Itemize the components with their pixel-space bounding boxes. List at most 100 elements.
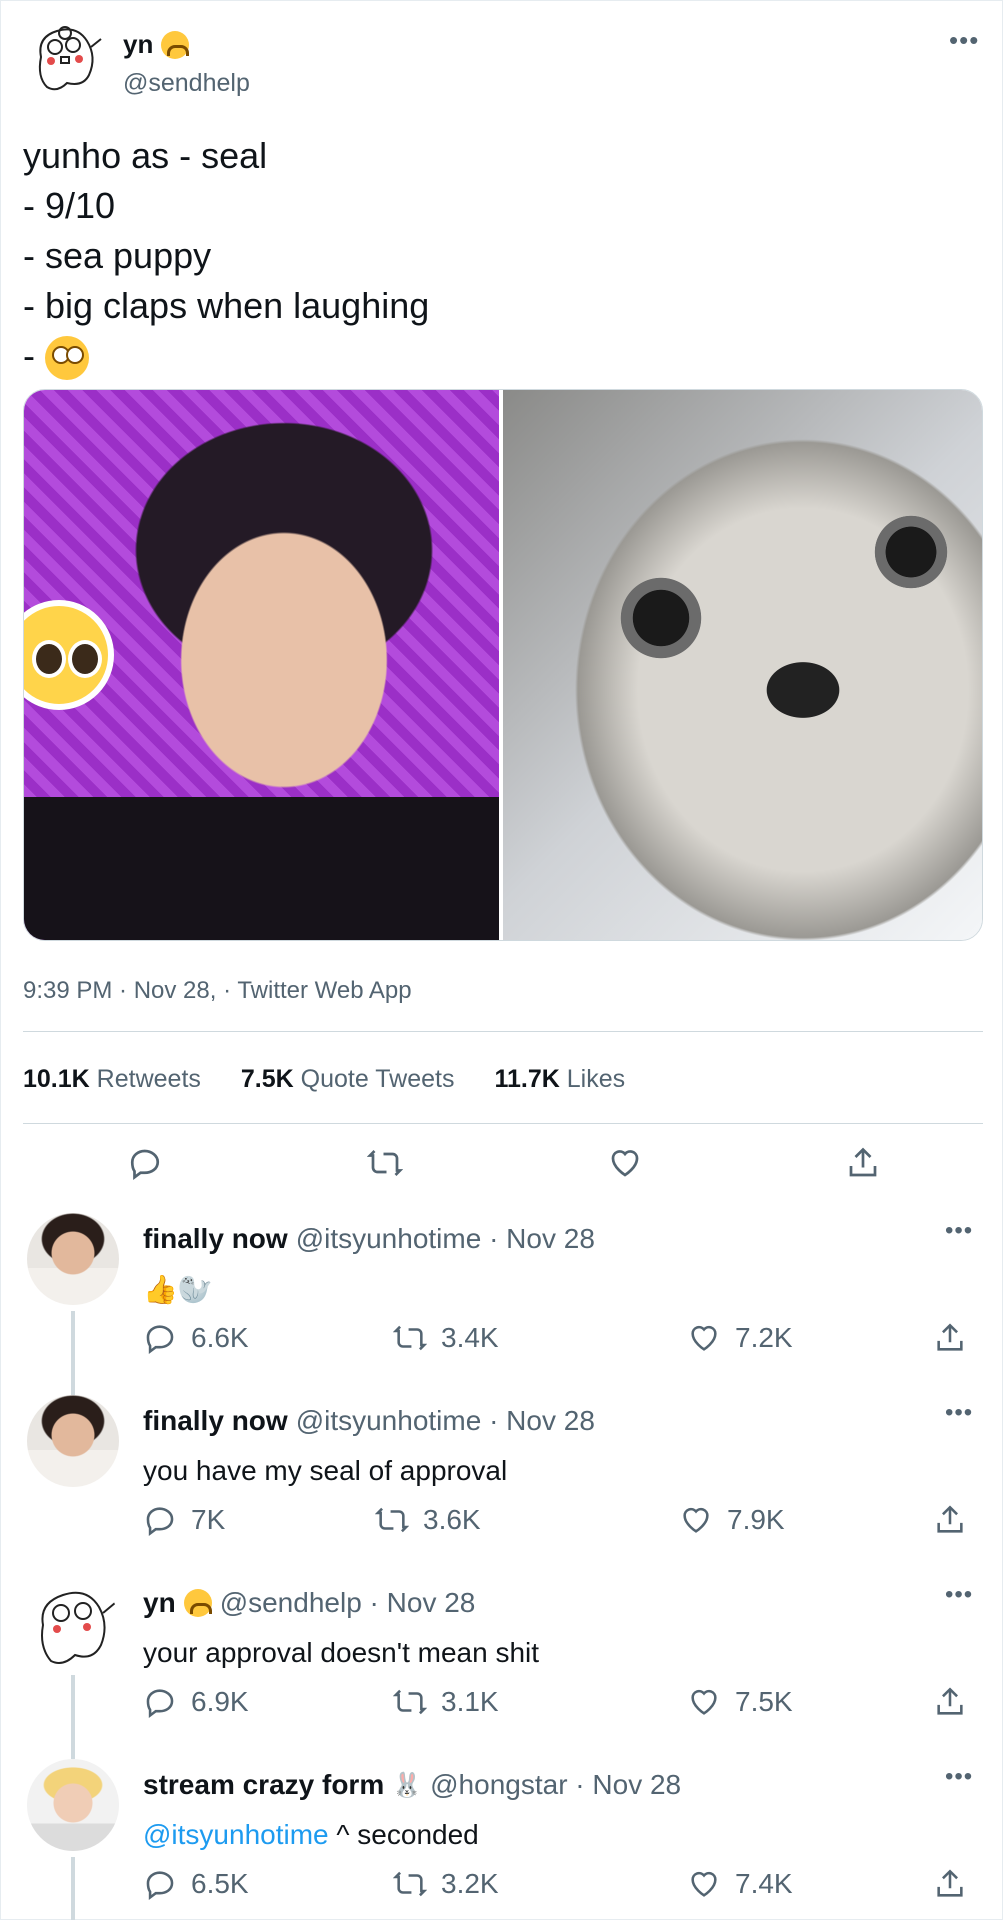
tweet-line-emoji-row: - <box>23 331 429 381</box>
stat-label: Likes <box>566 1065 626 1093</box>
share-icon[interactable] <box>841 1141 885 1185</box>
reply-text: @itsyunhotime ^ seconded <box>143 1819 479 1851</box>
avatar[interactable] <box>27 1213 119 1305</box>
stat-count: 7.5K <box>240 1065 294 1093</box>
retweet-icon[interactable] <box>363 1141 407 1185</box>
reply-header: finally now @itsyunhotime · Nov 28 <box>143 1405 595 1437</box>
media-photo-seal[interactable] <box>503 390 982 940</box>
like-count: 7.9K <box>727 1504 785 1535</box>
reply-count: 6.6K <box>191 1322 249 1353</box>
reply-header: finally now @itsyunhotime · Nov 28 <box>143 1223 595 1255</box>
reply-count: 6.9K <box>191 1686 249 1717</box>
author-name[interactable]: yn <box>123 29 153 60</box>
reply-handle[interactable]: @itsyunhotime · Nov 28 <box>296 1405 595 1437</box>
reply-item[interactable]: stream crazy form 🐰 @hongstar · Nov 28 •••… <box>1 1759 1003 1920</box>
more-icon[interactable]: ••• <box>945 1763 973 1791</box>
like-count: 7.5K <box>735 1686 793 1717</box>
face-with-rolling-eyes-icon <box>45 336 89 381</box>
tweet-action-bar <box>23 1141 983 1185</box>
like-button[interactable]: 7.9K <box>679 1503 785 1537</box>
reply-icon[interactable] <box>123 1141 167 1185</box>
avatar[interactable] <box>27 1577 119 1669</box>
retweet-count: 3.4K <box>441 1322 499 1353</box>
share-button[interactable] <box>933 1867 967 1901</box>
reply-text: you have my seal of approval <box>143 1455 508 1486</box>
like-count: 7.2K <box>735 1322 793 1353</box>
retweet-button[interactable]: 3.1K <box>393 1685 499 1719</box>
more-icon[interactable]: ••• <box>949 25 979 56</box>
more-icon[interactable]: ••• <box>945 1399 973 1427</box>
reply-item[interactable]: finally now @itsyunhotime · Nov 28 ••• yo… <box>1 1395 1003 1577</box>
retweet-icon <box>375 1507 409 1533</box>
reply-author-name[interactable]: finally now <box>143 1405 288 1437</box>
retweet-count: 3.1K <box>441 1686 499 1717</box>
avatar[interactable] <box>27 1395 119 1487</box>
more-icon[interactable]: ••• <box>945 1217 973 1245</box>
tweet-page: yn @sendhelp ••• yunho as - seal - 9/10 … <box>0 0 1003 1920</box>
retweet-button[interactable]: 3.4K <box>393 1321 499 1355</box>
reply-action-bar: 6.5K 3.2K 7.4K <box>143 1867 973 1907</box>
share-button[interactable] <box>933 1321 967 1355</box>
reply-count: 7K <box>191 1504 226 1535</box>
reply-author-name[interactable]: stream crazy form <box>143 1769 384 1801</box>
thread-line <box>71 1311 75 1395</box>
media-photo-yunho[interactable] <box>24 390 500 940</box>
reply-button[interactable]: 7K <box>143 1503 225 1537</box>
tweet-line: - <box>23 335 45 376</box>
retweet-button[interactable]: 3.2K <box>393 1867 499 1901</box>
stat-retweets[interactable]: 10.1K Retweets <box>23 1065 201 1094</box>
author-handle[interactable]: @sendhelp <box>123 69 250 98</box>
author-name-row[interactable]: yn <box>123 29 190 60</box>
thread-line <box>71 1675 75 1759</box>
reply-item[interactable]: yn @sendhelp · Nov 28 ••• your approval d… <box>1 1577 1003 1759</box>
avatar[interactable] <box>27 1759 119 1851</box>
tweet-line: yunho as - seal <box>23 135 268 176</box>
tweet-timestamp[interactable]: 9:39 PM · Nov 28, · Twitter Web App <box>23 977 412 1005</box>
reply-action-bar: 6.6K 3.4K 7.2K <box>143 1321 973 1361</box>
share-button[interactable] <box>933 1503 967 1537</box>
tweet-text: yunho as - seal - 9/10 - sea puppy - big… <box>23 131 429 381</box>
reply-author-name[interactable]: finally now <box>143 1223 288 1255</box>
more-icon[interactable]: ••• <box>945 1581 973 1609</box>
like-button[interactable]: 7.5K <box>687 1685 793 1719</box>
media-grid[interactable] <box>23 389 983 941</box>
tweet-line: - 9/10 <box>23 185 116 226</box>
stat-count: 11.7K <box>494 1065 560 1093</box>
retweet-count: 3.6K <box>423 1504 481 1535</box>
stat-quote-tweets[interactable]: 7.5K Quote Tweets <box>241 1065 455 1094</box>
retweet-icon <box>393 1871 427 1897</box>
reply-handle[interactable]: @itsyunhotime · Nov 28 <box>296 1223 595 1255</box>
avatar[interactable] <box>27 17 105 95</box>
reply-action-bar: 6.9K 3.1K 7.5K <box>143 1685 973 1725</box>
pleading-face-sign-icon <box>24 600 114 710</box>
heart-icon[interactable] <box>603 1141 647 1185</box>
upside-down-face-icon <box>183 1589 212 1617</box>
engagement-stats: 10.1K Retweets 7.5K Quote Tweets 11.7K L… <box>23 1065 625 1094</box>
reply-item[interactable]: finally now @itsyunhotime · Nov 28 ••• 👍🦭… <box>1 1213 1003 1395</box>
stat-label: Quote Tweets <box>300 1065 455 1093</box>
reply-header: yn @sendhelp · Nov 28 <box>143 1587 475 1619</box>
mention-link[interactable]: @itsyunhotime <box>143 1819 329 1850</box>
stat-count: 10.1K <box>23 1065 90 1093</box>
reply-count: 6.5K <box>191 1868 249 1899</box>
reply-button[interactable]: 6.9K <box>143 1685 249 1719</box>
heart-icon <box>691 1325 717 1351</box>
like-count: 7.4K <box>735 1868 793 1899</box>
divider <box>23 1123 983 1124</box>
like-button[interactable]: 7.2K <box>687 1321 793 1355</box>
reply-text-rest: ^ seconded <box>328 1819 479 1850</box>
reply-text: 👍🦭 <box>143 1274 213 1305</box>
reply-button[interactable]: 6.5K <box>143 1867 249 1901</box>
stat-likes[interactable]: 11.7K Likes <box>494 1065 625 1094</box>
reply-handle[interactable]: @hongstar · Nov 28 <box>430 1769 681 1801</box>
reply-author-name[interactable]: yn <box>143 1587 176 1619</box>
retweet-button[interactable]: 3.6K <box>375 1503 481 1537</box>
reply-icon <box>146 1871 174 1901</box>
reply-handle[interactable]: @sendhelp · Nov 28 <box>220 1587 476 1619</box>
like-button[interactable]: 7.4K <box>687 1867 793 1901</box>
share-button[interactable] <box>933 1685 967 1719</box>
tweet-line: - big claps when laughing <box>23 285 430 326</box>
reply-button[interactable]: 6.6K <box>143 1321 249 1355</box>
tweet-line: - sea puppy <box>23 235 212 276</box>
upside-down-face-icon <box>161 30 190 59</box>
